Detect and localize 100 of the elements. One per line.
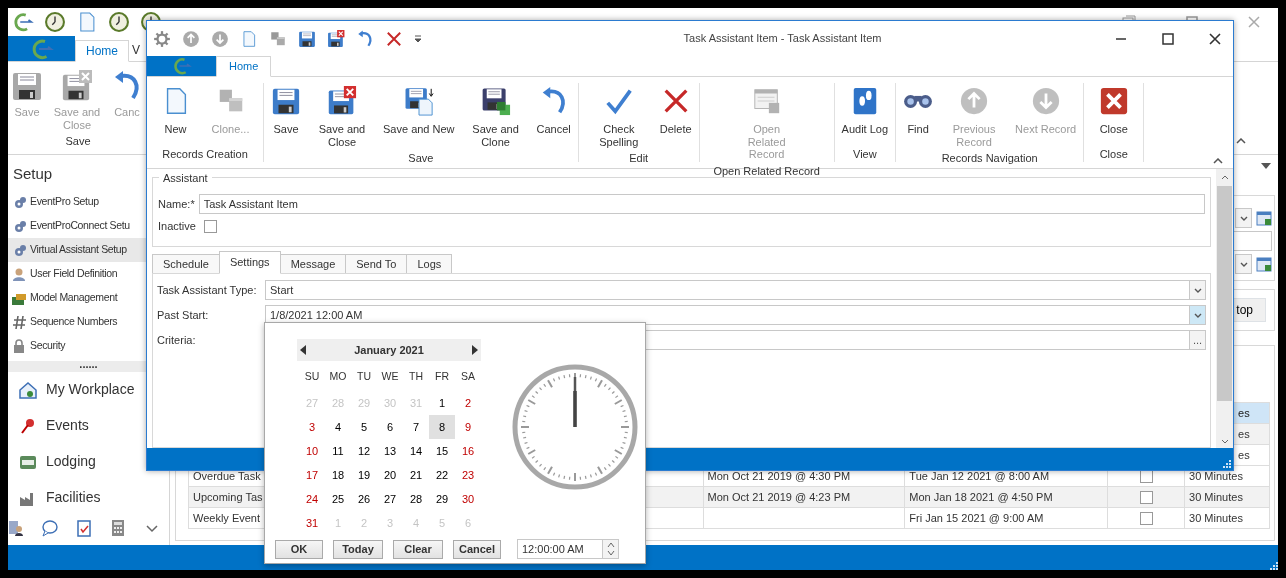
resize-grip-icon[interactable] (1270, 562, 1278, 570)
logo-icon (171, 56, 192, 76)
maximize-icon[interactable] (1161, 31, 1175, 46)
close-icon[interactable] (1208, 31, 1222, 46)
calendar-day[interactable]: 21 (403, 463, 429, 487)
calendar-day[interactable]: 19 (351, 463, 377, 487)
ribbon-button[interactable]: Save and Clone (459, 83, 532, 151)
time-field[interactable]: 12:00:00 AM (517, 539, 603, 559)
clock-icon[interactable] (44, 11, 66, 33)
scrollbar-thumb[interactable] (1217, 186, 1232, 401)
calendar-day[interactable]: 18 (325, 463, 351, 487)
ribbon-button[interactable]: Audit Log (838, 83, 892, 138)
popup-button[interactable]: Cancel (453, 539, 501, 559)
calendar-day[interactable]: 7 (403, 415, 429, 439)
popup-button[interactable]: Clear (393, 539, 443, 559)
calendar-day[interactable]: 16 (455, 439, 481, 463)
calendar-icon[interactable] (1256, 256, 1272, 272)
nav-item[interactable]: Events (8, 407, 169, 444)
nav-item[interactable]: Facilities (8, 479, 169, 516)
ribbon-button[interactable]: Find (900, 83, 937, 151)
popup-button[interactable]: Today (333, 539, 383, 559)
calendar-day[interactable]: 25 (325, 487, 351, 511)
gears-icon (12, 218, 26, 233)
calendar-day[interactable]: 15 (429, 439, 455, 463)
calendar-day[interactable]: 30 (455, 487, 481, 511)
people-icon[interactable] (7, 519, 25, 537)
calendar-day[interactable]: 5 (351, 415, 377, 439)
calendar-day[interactable]: 28 (403, 487, 429, 511)
scroll-down-icon[interactable] (1220, 439, 1229, 444)
calendar-day[interactable]: 3 (299, 415, 325, 439)
home-icon (18, 379, 38, 400)
calendar-day[interactable]: 1 (429, 391, 455, 415)
weekday-label: TU (356, 369, 372, 385)
calendar-day[interactable]: 12 (351, 439, 377, 463)
text-field[interactable]: Task Assistant Item (198, 194, 1205, 214)
clock-icon[interactable] (108, 11, 130, 33)
dropdown-field[interactable]: Start (265, 280, 1190, 300)
logo-icon[interactable] (12, 11, 34, 33)
ribbon-button[interactable]: Cancel (533, 83, 574, 151)
popup-button[interactable]: OK (275, 539, 323, 559)
ribbon-button[interactable]: Save and Close (306, 83, 378, 151)
floppy-disk-cube-icon (480, 86, 511, 116)
checkbox[interactable] (203, 219, 217, 233)
calculator-icon[interactable] (109, 519, 127, 537)
calendar-day[interactable]: 29 (429, 487, 455, 511)
collapse-icon[interactable] (1236, 138, 1246, 144)
calendar-day[interactable]: 10 (299, 439, 325, 463)
ribbon-button[interactable]: Close (1095, 83, 1132, 138)
ribbon-tab[interactable]: Home (75, 40, 129, 62)
calendar-day[interactable]: 8 (429, 415, 455, 439)
dropdown-button[interactable] (1235, 254, 1252, 274)
calendar-day[interactable]: 23 (455, 463, 481, 487)
scroll-up-icon[interactable] (1220, 175, 1229, 180)
tab[interactable]: Settings (218, 251, 281, 274)
tab[interactable]: Logs (406, 254, 453, 274)
next-month-icon[interactable] (472, 345, 478, 355)
dropdown-button[interactable] (1235, 208, 1252, 228)
x-icon[interactable] (385, 29, 403, 48)
checkbox[interactable] (1139, 490, 1153, 504)
checkbox[interactable] (1139, 511, 1153, 525)
dropdown-triangle-icon[interactable] (414, 34, 422, 43)
speech-bubble-icon[interactable] (41, 519, 59, 537)
document-icon[interactable] (240, 29, 258, 48)
nav-item[interactable]: My Workplace (8, 371, 169, 408)
field-label: Criteria: (157, 332, 197, 348)
field-label: Task Assistant Type: (157, 282, 258, 298)
resize-grip-icon[interactable] (1223, 460, 1231, 468)
calendar-day[interactable]: 17 (299, 463, 325, 487)
ribbon-button[interactable]: Delete (656, 83, 695, 151)
calendar-day[interactable]: 22 (429, 463, 455, 487)
calendar-day[interactable]: 9 (455, 415, 481, 439)
calendar-day[interactable]: 24 (299, 487, 325, 511)
clipboard-check-icon[interactable] (75, 519, 93, 537)
calendar-day[interactable]: 14 (403, 439, 429, 463)
previous-month-icon[interactable] (300, 345, 306, 355)
ribbon-button[interactable]: Check Spelling (582, 83, 655, 151)
floppy-disk-x-icon[interactable] (327, 29, 345, 48)
ribbon-button[interactable]: Save and New (380, 83, 458, 151)
undo-arrow-icon[interactable] (356, 29, 374, 48)
calendar-icon[interactable] (1256, 210, 1272, 226)
calendar-day[interactable]: 2 (455, 391, 481, 415)
calendar-day[interactable]: 26 (351, 487, 377, 511)
ribbon-tab[interactable]: Home (216, 56, 272, 77)
calendar-day[interactable]: 4 (325, 415, 351, 439)
calendar-day[interactable]: 11 (325, 439, 351, 463)
tab[interactable]: Schedule (152, 254, 220, 274)
ribbon-button[interactable]: Save (268, 83, 304, 151)
cubes-icon[interactable] (269, 29, 287, 48)
calendar-day[interactable]: 13 (377, 439, 403, 463)
dropdown-field[interactable]: 1/8/2021 12:00 AM (265, 305, 1190, 325)
tab[interactable]: Message (279, 254, 347, 274)
ribbon-tab[interactable]: V (129, 39, 141, 61)
tab[interactable]: Send To (345, 254, 408, 274)
window-title: Task Assistant Item - Task Assistant Item (682, 31, 883, 47)
ribbon-button[interactable]: New (157, 83, 194, 138)
floppy-disk-x-icon (327, 86, 357, 116)
settings-icon[interactable] (153, 29, 171, 48)
calendar-day[interactable]: 6 (377, 415, 403, 439)
dropdown-triangle-icon[interactable] (1261, 163, 1271, 169)
collapse-icon[interactable] (1213, 158, 1223, 164)
